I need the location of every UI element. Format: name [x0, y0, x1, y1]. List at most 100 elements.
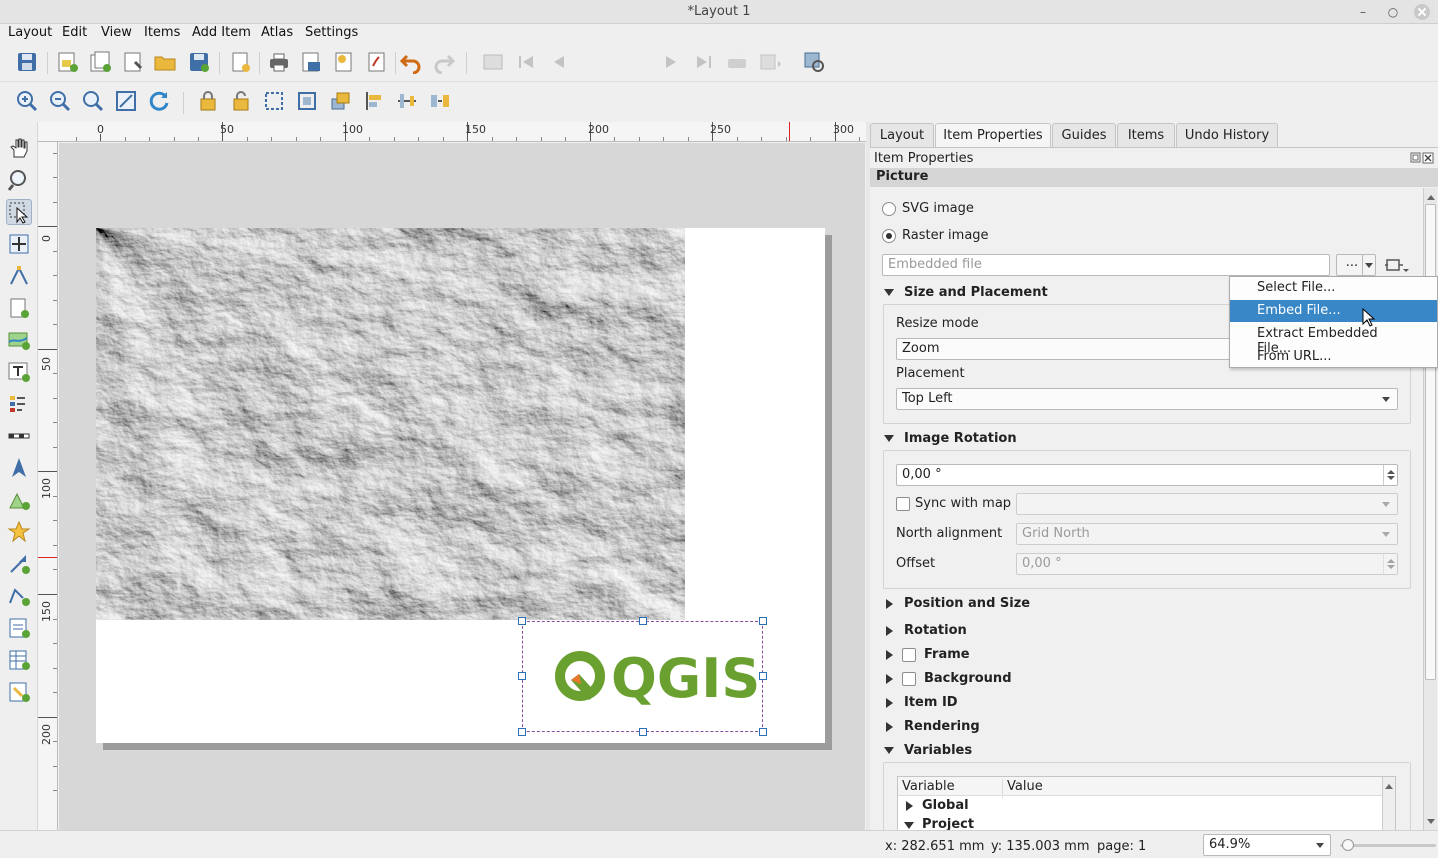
atlas-settings-icon[interactable]	[802, 50, 826, 74]
group-variables[interactable]: Variables	[904, 743, 972, 758]
save-icon[interactable]	[15, 50, 39, 74]
zoom-tool-icon[interactable]	[6, 167, 32, 193]
refresh-icon[interactable]	[147, 89, 171, 113]
duplicate-layout-icon[interactable]	[88, 50, 112, 74]
open-template-icon[interactable]	[153, 50, 177, 74]
add-scalebar-icon[interactable]	[6, 423, 32, 449]
svg-image-radio[interactable]	[882, 202, 896, 216]
tab-undo-history[interactable]: Undo History	[1176, 123, 1278, 147]
tab-items[interactable]: Items	[1117, 123, 1175, 147]
menu-atlas[interactable]: Atlas	[261, 25, 293, 40]
raise-items-icon[interactable]	[329, 89, 353, 113]
add-attribute-table-icon[interactable]	[6, 647, 32, 673]
zoom-full-icon[interactable]	[114, 89, 138, 113]
align-items-icon[interactable]	[362, 89, 386, 113]
group-item-id[interactable]: Item ID	[904, 695, 958, 710]
expand-size-placement-icon[interactable]	[884, 289, 894, 296]
data-defined-override-icon[interactable]	[1384, 256, 1410, 276]
column-variable[interactable]: Variable	[902, 779, 955, 794]
add-html-icon[interactable]	[6, 615, 32, 641]
layout-canvas[interactable]: QGIS	[59, 143, 865, 830]
table-row[interactable]: Project	[898, 815, 1382, 830]
resize-handle[interactable]	[639, 617, 647, 625]
expand-project-icon[interactable]	[904, 822, 914, 829]
zoom-in-icon[interactable]	[15, 89, 39, 113]
variables-table[interactable]: Variable Value Global Project	[897, 776, 1396, 831]
print-icon[interactable]	[267, 50, 291, 74]
tab-item-properties[interactable]: Item Properties	[935, 123, 1051, 148]
raster-image-radio[interactable]	[882, 229, 896, 243]
frame-checkbox[interactable]	[902, 648, 916, 662]
add-pages-icon[interactable]	[228, 50, 252, 74]
menu-add-item[interactable]: Add Item	[192, 25, 251, 40]
unlock-items-icon[interactable]	[229, 89, 253, 113]
resize-handle[interactable]	[518, 728, 526, 736]
add-legend-icon[interactable]	[6, 391, 32, 417]
export-pdf-icon[interactable]	[365, 50, 389, 74]
expand-image-rotation-icon[interactable]	[884, 435, 894, 442]
select-move-icon[interactable]	[6, 199, 32, 225]
ungroup-items-icon[interactable]	[295, 89, 319, 113]
add-marker-icon[interactable]	[6, 519, 32, 545]
expand-rendering-icon[interactable]	[886, 722, 893, 732]
add-shape-icon[interactable]	[6, 487, 32, 513]
menu-layout[interactable]: Layout	[8, 25, 52, 40]
edit-nodes-icon[interactable]	[6, 263, 32, 289]
menu-edit[interactable]: Edit	[62, 25, 87, 40]
add-fixed-table-icon[interactable]	[6, 679, 32, 705]
group-position-size[interactable]: Position and Size	[904, 596, 1030, 611]
browse-dropdown-arrow[interactable]	[1362, 254, 1376, 276]
group-background[interactable]: Background	[924, 671, 1012, 686]
menu-item-embed-file[interactable]: Embed File...	[1230, 300, 1437, 322]
save-as-template-icon[interactable]	[187, 50, 211, 74]
expand-global-icon[interactable]	[906, 801, 913, 811]
expand-frame-icon[interactable]	[886, 650, 893, 660]
scroll-up-icon[interactable]	[1427, 191, 1435, 200]
expand-variables-icon[interactable]	[884, 747, 894, 754]
expand-position-size-icon[interactable]	[886, 599, 893, 609]
expand-item-id-icon[interactable]	[886, 698, 893, 708]
menu-item-extract-embedded-file[interactable]: Extract Embedded File...	[1230, 323, 1437, 356]
picture-item-selected[interactable]: QGIS	[518, 617, 767, 736]
background-checkbox[interactable]	[902, 672, 916, 686]
menu-item-from-url[interactable]: From URL...	[1230, 346, 1437, 368]
maximize-icon[interactable]: ○	[1384, 3, 1402, 21]
group-size-placement[interactable]: Size and Placement	[904, 285, 1048, 300]
expand-background-icon[interactable]	[886, 674, 893, 684]
scroll-down-icon[interactable]	[1427, 819, 1435, 828]
table-row[interactable]: Global	[898, 796, 1382, 815]
add-pages-tool-icon[interactable]	[6, 295, 32, 321]
menu-items[interactable]: Items	[144, 25, 180, 40]
tab-guides[interactable]: Guides	[1052, 123, 1116, 147]
distribute-items-icon[interactable]	[395, 89, 419, 113]
scroll-up-icon[interactable]	[1385, 780, 1393, 789]
export-svg-icon[interactable]	[332, 50, 356, 74]
resize-items-icon[interactable]	[428, 89, 452, 113]
group-items-icon[interactable]	[262, 89, 286, 113]
resize-handle[interactable]	[759, 728, 767, 736]
add-label-icon[interactable]	[6, 359, 32, 385]
add-north-arrow-icon[interactable]	[6, 455, 32, 481]
group-image-rotation[interactable]: Image Rotation	[904, 431, 1017, 446]
zoom-slider[interactable]	[1340, 839, 1436, 851]
layout-page[interactable]: QGIS	[96, 228, 825, 743]
tab-layout[interactable]: Layout	[870, 123, 934, 147]
zoom-slider-handle[interactable]	[1342, 839, 1354, 851]
menu-item-select-file[interactable]: Select File...	[1230, 277, 1437, 299]
sync-with-map-checkbox[interactable]	[896, 497, 910, 511]
export-image-icon[interactable]	[299, 50, 323, 74]
undo-icon[interactable]	[399, 50, 423, 74]
resize-handle[interactable]	[759, 617, 767, 625]
image-source-input[interactable]: Embedded file	[882, 254, 1330, 276]
new-layout-icon[interactable]	[55, 50, 79, 74]
zoom-out-icon[interactable]	[48, 89, 72, 113]
resize-handle[interactable]	[518, 672, 526, 680]
resize-handle[interactable]	[639, 728, 647, 736]
lock-items-icon[interactable]	[196, 89, 220, 113]
close-icon[interactable]	[1414, 4, 1430, 20]
add-node-item-icon[interactable]	[6, 583, 32, 609]
menu-view[interactable]: View	[101, 25, 132, 40]
add-map-icon[interactable]	[6, 327, 32, 353]
resize-handle[interactable]	[759, 672, 767, 680]
pan-icon[interactable]	[6, 135, 32, 161]
